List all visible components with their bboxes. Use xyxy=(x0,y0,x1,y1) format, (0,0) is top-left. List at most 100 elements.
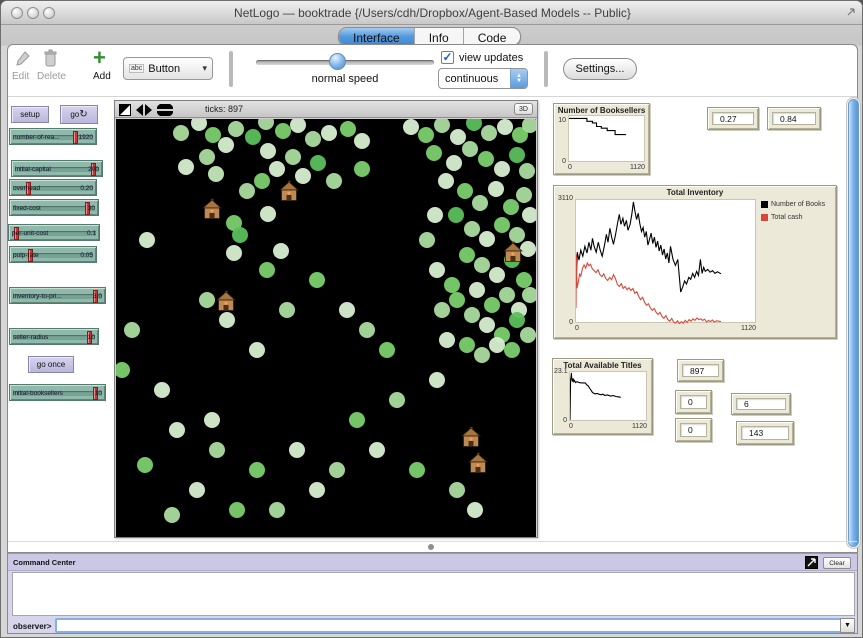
reader-turtle xyxy=(466,119,482,131)
reader-turtle xyxy=(499,287,515,303)
reader-turtle xyxy=(449,292,465,308)
delete-button[interactable]: Delete xyxy=(37,71,66,82)
history-dropdown-button[interactable]: ▼ xyxy=(840,618,855,633)
reader-turtle xyxy=(218,137,234,153)
reader-turtle xyxy=(409,462,425,478)
command-input-field[interactable] xyxy=(55,618,847,633)
tab-code[interactable]: Code xyxy=(464,28,521,45)
reader-turtle xyxy=(434,302,450,318)
reader-turtle xyxy=(260,206,276,222)
y-axis-label: 10 xyxy=(555,117,566,124)
reader-turtle xyxy=(339,302,355,318)
view-size-icon[interactable] xyxy=(119,104,131,116)
expand-command-center-icon[interactable] xyxy=(805,556,818,569)
slider-initial-booksellers[interactable]: initial-booksellers 10 xyxy=(9,384,106,401)
reader-turtle xyxy=(124,322,140,338)
slider-value: 0.05 xyxy=(80,252,93,259)
add-plus-icon[interactable]: + xyxy=(93,45,106,71)
command-input-row: observer> ▼ xyxy=(8,617,857,635)
slider-pulp-rate[interactable]: pulp-rate 0.05 xyxy=(9,246,97,263)
vertical-scrollbar[interactable] xyxy=(846,97,861,549)
reader-turtle xyxy=(209,442,225,458)
reader-turtle xyxy=(403,119,419,135)
reader-turtle xyxy=(178,159,194,175)
setup-button[interactable]: setup xyxy=(11,106,49,123)
view-height-icon[interactable] xyxy=(157,104,173,116)
resize-icon xyxy=(846,7,856,17)
delete-trash-icon[interactable] xyxy=(43,49,58,68)
reader-turtle xyxy=(379,342,395,358)
reader-turtle xyxy=(260,143,276,159)
reader-turtle xyxy=(516,187,532,203)
edit-pencil-icon[interactable] xyxy=(15,50,31,68)
scrollbar-thumb[interactable] xyxy=(848,99,859,547)
slider-initial-capital[interactable]: initial-capital 200 xyxy=(11,160,103,177)
reader-turtle xyxy=(434,119,450,133)
clear-button[interactable]: Clear xyxy=(823,557,851,569)
forever-icon: ↻ xyxy=(79,109,87,120)
slider-per-unit-cost[interactable]: per-unit-cost 0.1 xyxy=(8,224,100,241)
reader-turtle xyxy=(249,342,265,358)
reader-turtle xyxy=(438,173,454,189)
slider-value: 0.1 xyxy=(87,230,96,237)
reader-turtle xyxy=(489,267,505,283)
reader-turtle xyxy=(494,161,510,177)
reader-turtle xyxy=(289,442,305,458)
slider-label: fixed-cost xyxy=(13,205,41,212)
reader-turtle xyxy=(522,207,536,223)
y-axis-label: 23.1 xyxy=(554,368,567,375)
reader-turtle xyxy=(329,462,345,478)
world-canvas[interactable] xyxy=(116,119,536,537)
view-width-icon[interactable] xyxy=(136,104,152,116)
slider-label: number-of-rea... xyxy=(13,134,60,141)
view-3d-button[interactable]: 3D xyxy=(514,103,533,115)
reader-turtle xyxy=(137,457,153,473)
view-updates-checkbox[interactable]: ✓ xyxy=(441,51,454,64)
reader-turtle xyxy=(494,217,510,233)
reader-turtle xyxy=(349,412,365,428)
view-updates-label: view updates xyxy=(459,52,523,64)
stepper-arrows-icon: ▲▼ xyxy=(510,69,527,88)
go-once-button[interactable]: go once xyxy=(28,356,74,373)
monitor: 0 xyxy=(675,418,712,442)
reader-turtle xyxy=(389,392,405,408)
edit-button[interactable]: Edit xyxy=(12,71,29,82)
update-mode-dropdown[interactable]: continuous ▲▼ xyxy=(438,68,528,89)
plot-number-of-booksellers: Number of Booksellers 10001120 xyxy=(553,103,650,175)
slider-seller-radius[interactable]: seller-radius 10 xyxy=(9,328,99,345)
monitor-display: 0.84 xyxy=(772,112,816,125)
slider-number-of-rea-[interactable]: number-of-rea... 1920 xyxy=(9,128,97,145)
splitter-handle[interactable] xyxy=(428,544,434,550)
command-center-output[interactable] xyxy=(12,572,855,616)
reader-turtle xyxy=(164,507,180,523)
reader-turtle xyxy=(189,482,205,498)
reader-turtle xyxy=(503,199,519,215)
plot-area xyxy=(568,115,645,162)
abc-icon: abc xyxy=(129,64,144,73)
reader-turtle xyxy=(489,337,505,353)
command-center: Command Center Clear observer> ▼ xyxy=(7,553,858,634)
speed-slider-thumb[interactable] xyxy=(329,53,346,70)
monitor-value: 143 xyxy=(749,428,763,438)
go-forever-button[interactable]: go↻ xyxy=(60,105,98,124)
reader-turtle xyxy=(254,173,270,189)
slider-value: 30 xyxy=(88,205,95,212)
tab-info[interactable]: Info xyxy=(415,28,464,45)
reader-turtle xyxy=(444,277,460,293)
slider-inventory-to-pri-[interactable]: inventory-to-pri... 3.0 xyxy=(9,287,106,304)
monitor: 0 xyxy=(675,390,712,414)
y-axis-label: 0 xyxy=(554,417,567,424)
widget-type-chooser[interactable]: abc Button ▾ xyxy=(123,57,213,80)
slider-overhead[interactable]: overhead 0.20 xyxy=(9,179,97,196)
reader-turtle xyxy=(340,121,356,137)
plot-title: Total Inventory xyxy=(554,188,836,197)
y-axis-label: 0 xyxy=(555,158,566,165)
x-axis-label: 1120 xyxy=(575,325,756,332)
slider-thumb[interactable] xyxy=(73,131,78,144)
slider-fixed-cost[interactable]: fixed-cost 30 xyxy=(9,199,99,216)
legend-entry: Total cash xyxy=(761,214,803,221)
tab-interface[interactable]: Interface xyxy=(339,28,415,45)
settings-button[interactable]: Settings... xyxy=(563,58,637,80)
add-button[interactable]: Add xyxy=(93,71,111,82)
reader-turtle xyxy=(464,221,480,237)
